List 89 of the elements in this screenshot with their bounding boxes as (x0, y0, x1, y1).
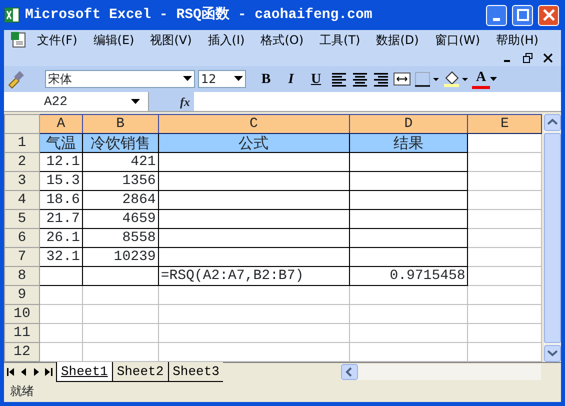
cell-reference: A22 (43, 92, 68, 111)
table-cell: 气温 (39, 134, 82, 152)
minimize-button[interactable] (486, 4, 507, 26)
italic-button[interactable]: I (280, 68, 302, 90)
window-title: Microsoft Excel - RSQ函数 - caohaifeng.com (25, 6, 374, 24)
close-icon[interactable] (543, 53, 553, 63)
fill-color-icon[interactable] (443, 70, 469, 88)
menu-item[interactable]: 编辑(E) (84, 31, 142, 49)
column-header[interactable]: B (82, 114, 158, 134)
table-cell: 1356 (82, 172, 158, 190)
table-cell: 结果 (349, 134, 468, 152)
table-cell: 冷饮销售 (82, 134, 158, 152)
close-icon (542, 9, 554, 21)
menu-item[interactable]: 文件(F) (28, 31, 84, 49)
next-sheet-icon[interactable] (33, 368, 39, 376)
row-header[interactable]: 10 (4, 304, 40, 324)
row-header[interactable]: 8 (4, 266, 40, 286)
table-cell: 8558 (82, 228, 158, 248)
menu-item[interactable]: 数据(D) (367, 31, 426, 49)
row-header[interactable]: 4 (4, 190, 40, 210)
table-cell: 26.1 (39, 228, 82, 248)
scroll-thumb[interactable] (544, 133, 561, 343)
last-sheet-icon[interactable] (45, 368, 53, 376)
column-header[interactable]: A (39, 114, 82, 134)
menu-item[interactable]: 帮助(H) (487, 31, 546, 49)
table-cell: 0.9715458 (349, 266, 468, 286)
table-cell: 21.7 (39, 210, 82, 228)
table-cell: 4659 (82, 210, 158, 228)
row-header[interactable]: 11 (4, 324, 40, 342)
font-size: 12 (201, 71, 218, 88)
menu-item[interactable]: 视图(V) (141, 31, 199, 49)
dropdown-icon[interactable] (131, 98, 140, 104)
row-header[interactable]: 12 (4, 342, 40, 362)
menu-item[interactable]: 格式(O) (252, 31, 311, 49)
column-header[interactable]: D (349, 114, 468, 134)
maximize-button[interactable] (512, 4, 533, 26)
format-painter-icon[interactable] (6, 69, 26, 89)
column-header[interactable]: C (158, 114, 350, 134)
align-right-icon[interactable] (372, 70, 390, 88)
sheet-tab[interactable]: Sheet2 (112, 362, 168, 382)
bold-button[interactable]: B (255, 68, 277, 90)
column-header[interactable]: E (468, 114, 542, 134)
dropdown-icon[interactable] (183, 76, 192, 82)
restore-icon[interactable] (523, 53, 533, 63)
merge-center-icon[interactable] (393, 70, 411, 88)
row-header[interactable]: 2 (4, 152, 40, 172)
maximize-icon (516, 9, 528, 21)
table-cell: 15.3 (39, 172, 82, 190)
table-cell: 12.1 (39, 152, 82, 172)
dropdown-icon[interactable] (234, 76, 243, 82)
scroll-left-icon[interactable] (341, 364, 358, 380)
table-cell: =RSQ(A2:A7,B2:B7) (158, 266, 350, 286)
previous-sheet-icon[interactable] (21, 368, 27, 376)
align-center-icon[interactable] (351, 70, 369, 88)
close-button[interactable] (538, 4, 559, 26)
menu-item[interactable]: 工具(T) (310, 31, 368, 49)
font-size-field[interactable]: 12 (198, 70, 246, 88)
row-header[interactable]: 3 (4, 172, 40, 190)
row-header[interactable]: 1 (4, 134, 40, 152)
scroll-down-icon[interactable] (544, 345, 561, 362)
table-cell: 18.6 (39, 190, 82, 210)
table-cell: 公式 (158, 134, 350, 152)
table-cell: 10239 (82, 248, 158, 266)
vertical-scrollbar[interactable] (544, 114, 561, 362)
table-cell: 2864 (82, 190, 158, 210)
menu-item[interactable]: 窗口(W) (426, 31, 488, 49)
underline-button[interactable]: U (305, 68, 327, 90)
status-text: 就绪 (10, 382, 35, 400)
row-header[interactable]: 5 (4, 210, 40, 228)
sheet-tab[interactable]: Sheet1 (56, 362, 112, 382)
sheet-tab[interactable]: Sheet3 (168, 362, 224, 382)
minimize-icon (493, 18, 500, 20)
first-sheet-icon[interactable] (7, 368, 15, 376)
font-name: 宋体 (48, 71, 73, 88)
spreadsheet-icon (4, 7, 20, 23)
workbook-icon[interactable] (10, 31, 28, 49)
table-cell: 421 (82, 152, 158, 172)
align-left-icon[interactable] (330, 70, 348, 88)
row-header[interactable]: 6 (4, 228, 40, 248)
menu-item[interactable]: 插入(I) (198, 31, 252, 49)
table-cell: 32.1 (39, 248, 82, 266)
horizontal-scrollbar[interactable] (341, 364, 541, 380)
row-header[interactable]: 7 (4, 248, 40, 266)
font-name-field[interactable]: 宋体 (45, 70, 195, 88)
row-header[interactable]: 9 (4, 286, 40, 304)
borders-icon[interactable] (414, 70, 440, 88)
scroll-up-icon[interactable] (544, 114, 561, 131)
font-color-button[interactable]: A (472, 69, 490, 89)
dropdown-icon[interactable] (490, 77, 497, 81)
